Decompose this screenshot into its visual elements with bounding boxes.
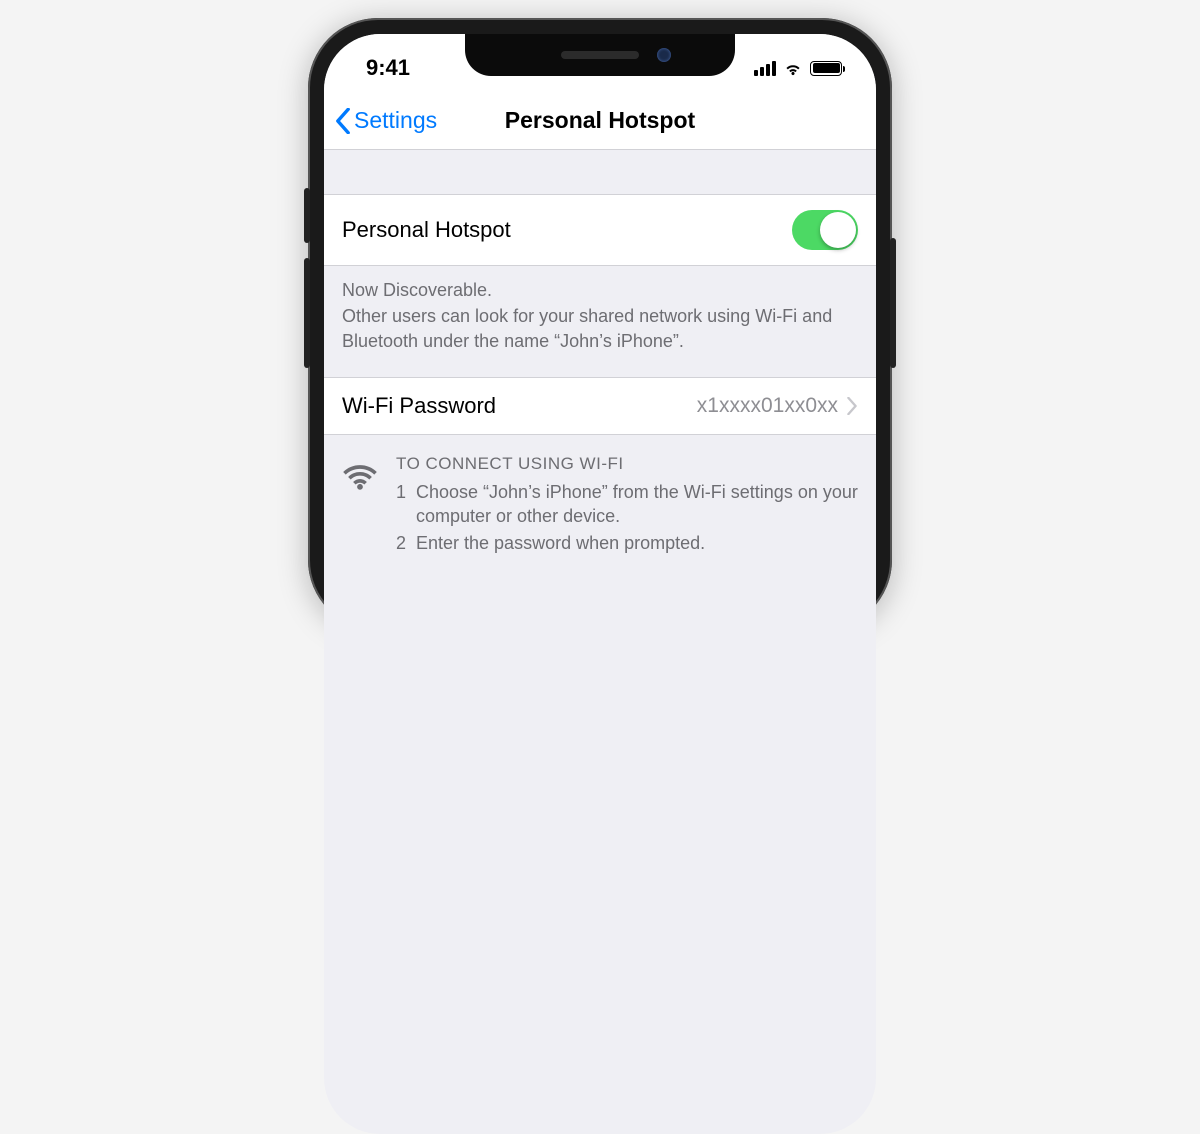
- iphone-frame: 9:41 Settings Personal Hotspot: [308, 18, 892, 630]
- wifi-password-value: x1xxxx01xx0xx: [697, 394, 838, 418]
- footnote-head: Now Discoverable.: [342, 278, 858, 302]
- footnote-body: Other users can look for your shared net…: [342, 304, 858, 353]
- status-time: 9:41: [366, 55, 410, 81]
- wifi-password-row[interactable]: Wi-Fi Password x1xxxx01xx0xx: [324, 377, 876, 435]
- cell-signal-icon: [754, 60, 776, 76]
- hotspot-footnote: Now Discoverable. Other users can look f…: [324, 266, 876, 377]
- battery-icon: [810, 61, 842, 76]
- wifi-icon: [342, 453, 378, 559]
- screen: 9:41 Settings Personal Hotspot: [324, 34, 876, 1134]
- back-button[interactable]: Settings: [334, 107, 437, 134]
- back-label: Settings: [354, 107, 437, 134]
- wifi-instructions: TO CONNECT USING WI-FI 1 Choose “John’s …: [324, 435, 876, 559]
- chevron-right-icon: [846, 397, 858, 415]
- instr-2-text: Enter the password when prompted.: [416, 531, 705, 555]
- instr-1-num: 1: [396, 480, 408, 529]
- nav-bar: Settings Personal Hotspot: [324, 92, 876, 150]
- wifi-password-label: Wi-Fi Password: [342, 393, 496, 419]
- hotspot-label: Personal Hotspot: [342, 217, 511, 243]
- notch: [465, 34, 735, 76]
- chevron-left-icon: [334, 108, 352, 134]
- front-camera: [657, 48, 671, 62]
- hotspot-toggle-row: Personal Hotspot: [324, 194, 876, 266]
- instr-1-text: Choose “John’s iPhone” from the Wi-Fi se…: [416, 480, 858, 529]
- instr-2-num: 2: [396, 531, 408, 555]
- wifi-icon: [783, 58, 803, 78]
- instructions-title: TO CONNECT USING WI-FI: [396, 453, 858, 476]
- hotspot-toggle[interactable]: [792, 210, 858, 250]
